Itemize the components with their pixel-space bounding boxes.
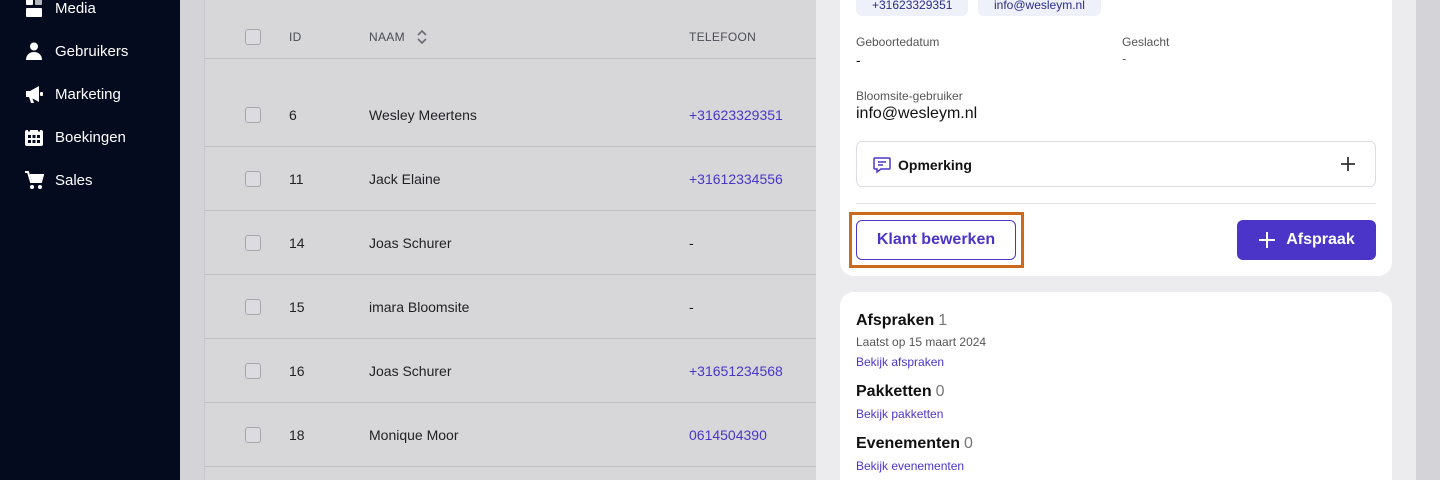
row-id: 18	[289, 426, 305, 443]
divider	[856, 203, 1376, 204]
plus-icon[interactable]	[1339, 155, 1357, 173]
sidebar-item-label: Boekingen	[55, 128, 126, 146]
plus-icon	[1259, 232, 1276, 248]
row-checkbox[interactable]	[245, 362, 261, 379]
packages-title-text: Pakketten	[856, 383, 932, 400]
sidebar-item-label: Sales	[55, 171, 93, 189]
sidebar: Media Gebruikers Marketing Boekingen Sal…	[0, 0, 180, 480]
row-name: Wesley Meertens	[369, 106, 477, 123]
phone-chip[interactable]: +31623329351	[856, 0, 969, 16]
row-checkbox[interactable]	[245, 234, 261, 251]
sidebar-item-marketing[interactable]: Marketing	[24, 84, 121, 104]
appointments-title: Afspraken 1	[856, 312, 947, 330]
events-title: Evenementen 0	[856, 435, 973, 453]
row-id: 11	[289, 170, 304, 187]
column-header-name[interactable]: NAAM	[369, 30, 405, 44]
view-events-link[interactable]: Bekijk evenementen	[856, 459, 964, 473]
row-name: imara Bloomsite	[369, 298, 470, 315]
edit-customer-button[interactable]: Klant bewerken	[856, 220, 1016, 260]
column-header-id[interactable]: ID	[289, 30, 302, 44]
appointments-last: Laatst op 15 maart 2024	[856, 335, 987, 349]
column-header-phone[interactable]: TELEFOON	[689, 30, 756, 44]
packages-count: 0	[935, 383, 945, 400]
sort-icon[interactable]	[415, 28, 429, 46]
select-all-checkbox[interactable]	[245, 29, 261, 45]
birthdate-value: -	[856, 52, 861, 68]
row-name: Joas Schurer	[369, 234, 452, 251]
sidebar-item-label: Marketing	[55, 85, 121, 103]
view-appointments-link[interactable]: Bekijk afspraken	[856, 355, 944, 369]
row-checkbox[interactable]	[245, 170, 261, 187]
row-phone[interactable]: +31612334556	[689, 171, 783, 187]
row-id: 6	[289, 106, 297, 123]
row-checkbox[interactable]	[245, 426, 261, 443]
row-id: 15	[289, 298, 305, 315]
sidebar-item-sales[interactable]: Sales	[24, 170, 93, 190]
row-phone[interactable]: +31651234568	[689, 363, 783, 379]
appointments-title-text: Afspraken	[856, 312, 935, 329]
customer-drawer: +31623329351 info@wesleym.nl Geboortedat…	[816, 0, 1416, 480]
email-chip[interactable]: info@wesleym.nl	[978, 0, 1101, 16]
row-phone: -	[689, 234, 694, 251]
megaphone-icon	[26, 86, 43, 103]
row-phone[interactable]: 0614504390	[689, 427, 767, 443]
sidebar-item-gebruikers[interactable]: Gebruikers	[24, 41, 128, 61]
gender-label: Geslacht	[1122, 35, 1170, 49]
row-id: 14	[289, 234, 305, 251]
add-appointment-button[interactable]: Afspraak	[1237, 220, 1376, 260]
row-id: 16	[289, 362, 305, 379]
birthdate-label: Geboortedatum	[856, 35, 940, 49]
note-label: Opmerking	[898, 157, 972, 173]
media-icon	[26, 0, 42, 17]
note-section[interactable]: Opmerking	[856, 141, 1376, 187]
row-name: Joas Schurer	[369, 362, 452, 379]
row-name: Jack Elaine	[369, 170, 441, 187]
packages-title: Pakketten 0	[856, 383, 945, 401]
sidebar-item-label: Media	[55, 0, 96, 17]
bloomsite-user-label: Bloomsite-gebruiker	[856, 89, 963, 103]
bloomsite-user-value: info@wesleym.nl	[856, 105, 978, 122]
events-title-text: Evenementen	[856, 435, 961, 452]
add-appointment-label: Afspraak	[1286, 231, 1355, 248]
row-checkbox[interactable]	[245, 106, 261, 123]
user-icon	[26, 42, 42, 60]
cart-icon	[25, 171, 44, 189]
chat-icon	[873, 157, 891, 174]
sidebar-item-media[interactable]: Media	[24, 0, 96, 18]
events-count: 0	[964, 435, 973, 452]
row-phone: -	[689, 298, 694, 315]
customer-summary-card: Afspraken 1 Laatst op 15 maart 2024 Bekij…	[840, 292, 1392, 480]
view-packages-link[interactable]: Bekijk pakketten	[856, 407, 943, 421]
gender-value: -	[1122, 51, 1127, 66]
row-checkbox[interactable]	[245, 298, 261, 315]
sidebar-item-label: Gebruikers	[55, 42, 129, 60]
calendar-icon	[25, 127, 43, 146]
row-name: Monique Moor	[369, 426, 459, 443]
sidebar-item-boekingen[interactable]: Boekingen	[24, 127, 126, 147]
row-phone[interactable]: +31623329351	[689, 107, 783, 123]
appointments-count: 1	[938, 312, 948, 329]
